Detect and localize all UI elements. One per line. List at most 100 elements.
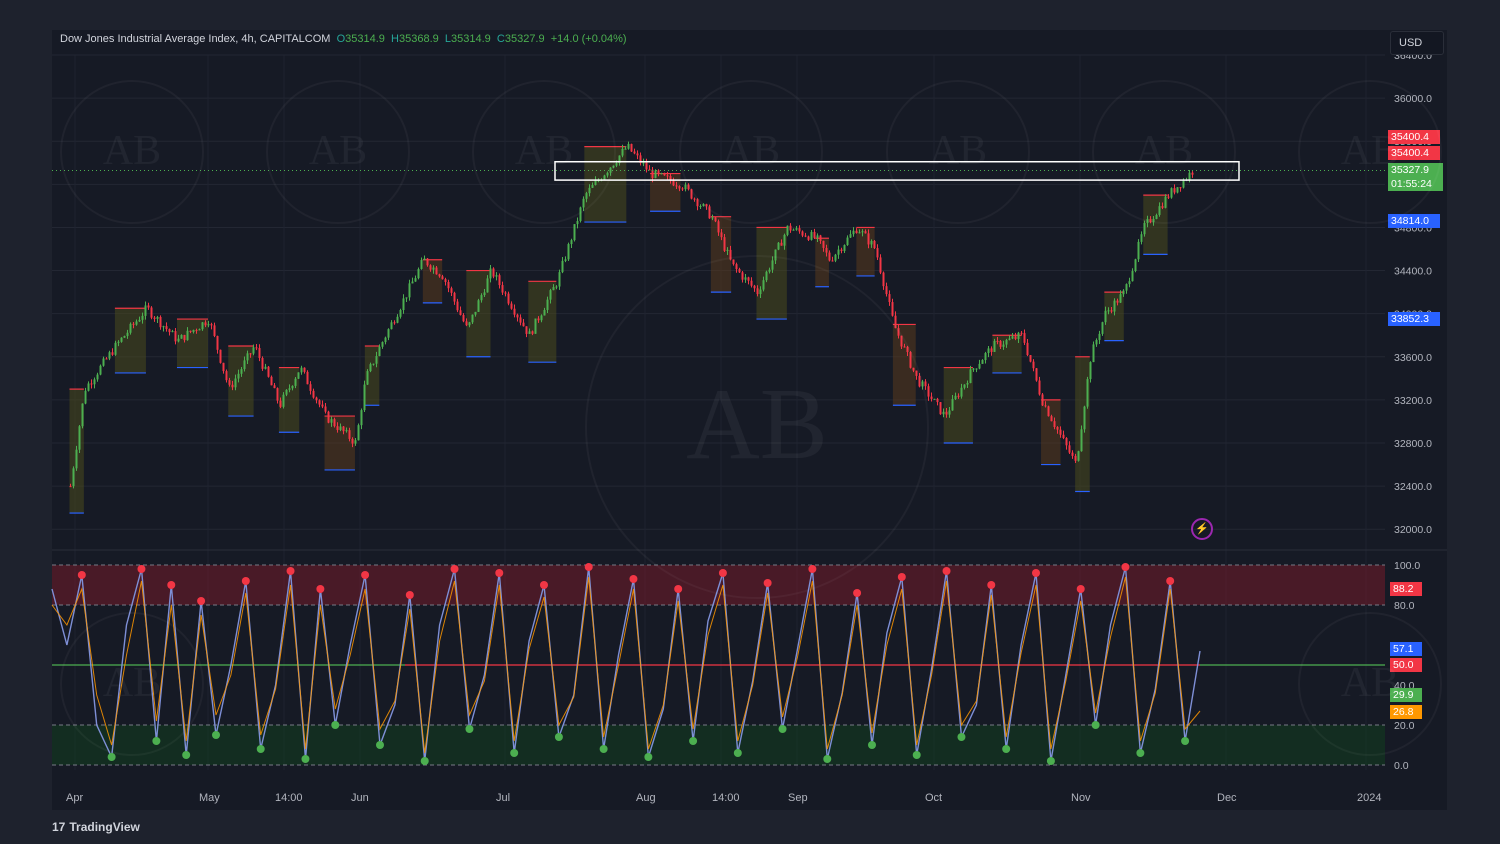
candle-body bbox=[576, 221, 579, 225]
price-axis-tick: 34400.0 bbox=[1394, 266, 1432, 278]
candle-body bbox=[381, 342, 384, 347]
time-axis-tick: 14:00 bbox=[275, 792, 303, 804]
candle-body bbox=[546, 299, 549, 310]
symbol-title: Dow Jones Industrial Average Index, 4h, … bbox=[60, 33, 331, 45]
osc-signal-dot bbox=[540, 581, 548, 589]
candle-body bbox=[1068, 445, 1071, 453]
candle-body bbox=[459, 310, 462, 315]
candle-body bbox=[168, 329, 171, 333]
candle-body bbox=[423, 258, 426, 261]
time-axis-tick: Jun bbox=[351, 792, 369, 804]
candle-body bbox=[561, 260, 564, 273]
academy-watermark: AB bbox=[60, 612, 204, 756]
currency-selector[interactable]: USD bbox=[1390, 31, 1444, 55]
candle-body bbox=[1104, 310, 1107, 323]
candle-body bbox=[1098, 333, 1101, 340]
osc-signal-dot bbox=[554, 733, 563, 741]
candle-body bbox=[84, 390, 87, 404]
academy-watermark: AB bbox=[585, 255, 929, 599]
candle-body bbox=[450, 288, 453, 293]
candle-body bbox=[105, 358, 108, 360]
candle-body bbox=[999, 341, 1002, 347]
candle-body bbox=[954, 395, 957, 400]
open-label: O bbox=[336, 33, 346, 45]
candle-body bbox=[516, 314, 519, 318]
candle-body bbox=[717, 221, 720, 233]
candle-body bbox=[1050, 416, 1053, 422]
osc-signal-dot bbox=[778, 725, 787, 733]
candle-body bbox=[861, 231, 864, 233]
candle-body bbox=[987, 348, 990, 354]
tradingview-brand[interactable]: 17 TradingView bbox=[52, 820, 140, 834]
candle-body bbox=[945, 411, 948, 415]
candle-body bbox=[660, 173, 663, 175]
lightning-icon[interactable]: ⚡ bbox=[1191, 518, 1213, 540]
candle-body bbox=[237, 373, 240, 379]
candle-body bbox=[681, 188, 684, 190]
osc-signal-dot bbox=[212, 731, 220, 739]
osc-signal-dot bbox=[137, 565, 146, 573]
candle-body bbox=[276, 388, 279, 401]
candle-body bbox=[177, 338, 180, 342]
osc-signal-dot bbox=[405, 591, 414, 599]
candle-body bbox=[480, 295, 483, 301]
candle-body bbox=[513, 308, 516, 315]
candle-body bbox=[540, 315, 543, 321]
academy-watermark: AB bbox=[472, 80, 616, 224]
candle-body bbox=[417, 269, 420, 279]
zone-box bbox=[856, 227, 875, 276]
candle-body bbox=[1128, 281, 1131, 285]
candle-body bbox=[393, 322, 396, 324]
candle-body bbox=[1056, 427, 1059, 430]
candle-body bbox=[876, 248, 879, 258]
candle-body bbox=[543, 309, 546, 316]
price-axis-tick: 33200.0 bbox=[1394, 395, 1432, 407]
candle-body bbox=[531, 331, 534, 334]
academy-watermark: AB bbox=[266, 80, 410, 224]
candle-body bbox=[1041, 394, 1044, 406]
candle-body bbox=[471, 314, 474, 323]
candle-body bbox=[537, 318, 540, 321]
osc-signal-dot bbox=[510, 749, 519, 757]
osc-signal-dot bbox=[689, 737, 698, 745]
watermark-text: AB bbox=[1134, 127, 1194, 174]
candle-body bbox=[1062, 434, 1065, 439]
time-axis-tick: Jul bbox=[496, 792, 510, 804]
osc-signal-dot bbox=[1002, 745, 1011, 753]
osc-signal-dot bbox=[331, 721, 340, 729]
candle-body bbox=[465, 321, 468, 326]
watermark-text: AB bbox=[721, 127, 781, 174]
candle-body bbox=[1065, 438, 1068, 446]
candle-body bbox=[90, 383, 93, 385]
candle-body bbox=[675, 185, 678, 187]
price-axis-tick: 33600.0 bbox=[1394, 352, 1432, 364]
candle-body bbox=[873, 240, 876, 249]
candle-body bbox=[867, 233, 870, 245]
candle-body bbox=[789, 225, 792, 231]
candle-body bbox=[630, 143, 633, 152]
candle-body bbox=[783, 234, 786, 246]
candle-body bbox=[525, 326, 528, 334]
candle-body bbox=[1044, 405, 1047, 407]
osc-signal-dot bbox=[301, 755, 310, 763]
candle-body bbox=[1029, 355, 1032, 362]
brand-name: TradingView bbox=[69, 820, 140, 834]
candle-body bbox=[192, 329, 195, 332]
osc-signal-dot bbox=[644, 753, 653, 761]
candle-body bbox=[1032, 361, 1035, 369]
candle-body bbox=[231, 384, 234, 388]
candle-body bbox=[1110, 310, 1113, 312]
candle-body bbox=[261, 358, 264, 369]
candle-body bbox=[930, 396, 933, 399]
osc-signal-dot bbox=[1121, 563, 1130, 571]
candle-body bbox=[426, 258, 429, 266]
time-axis-tick: Nov bbox=[1071, 792, 1091, 804]
watermark-text: AB bbox=[308, 127, 368, 174]
watermark-text: AB bbox=[928, 127, 988, 174]
close-label: C bbox=[496, 33, 505, 45]
candle-body bbox=[504, 292, 507, 294]
candle-body bbox=[1095, 339, 1098, 345]
candle-body bbox=[1116, 300, 1119, 303]
candle-body bbox=[1020, 332, 1023, 334]
candle-body bbox=[885, 286, 888, 295]
